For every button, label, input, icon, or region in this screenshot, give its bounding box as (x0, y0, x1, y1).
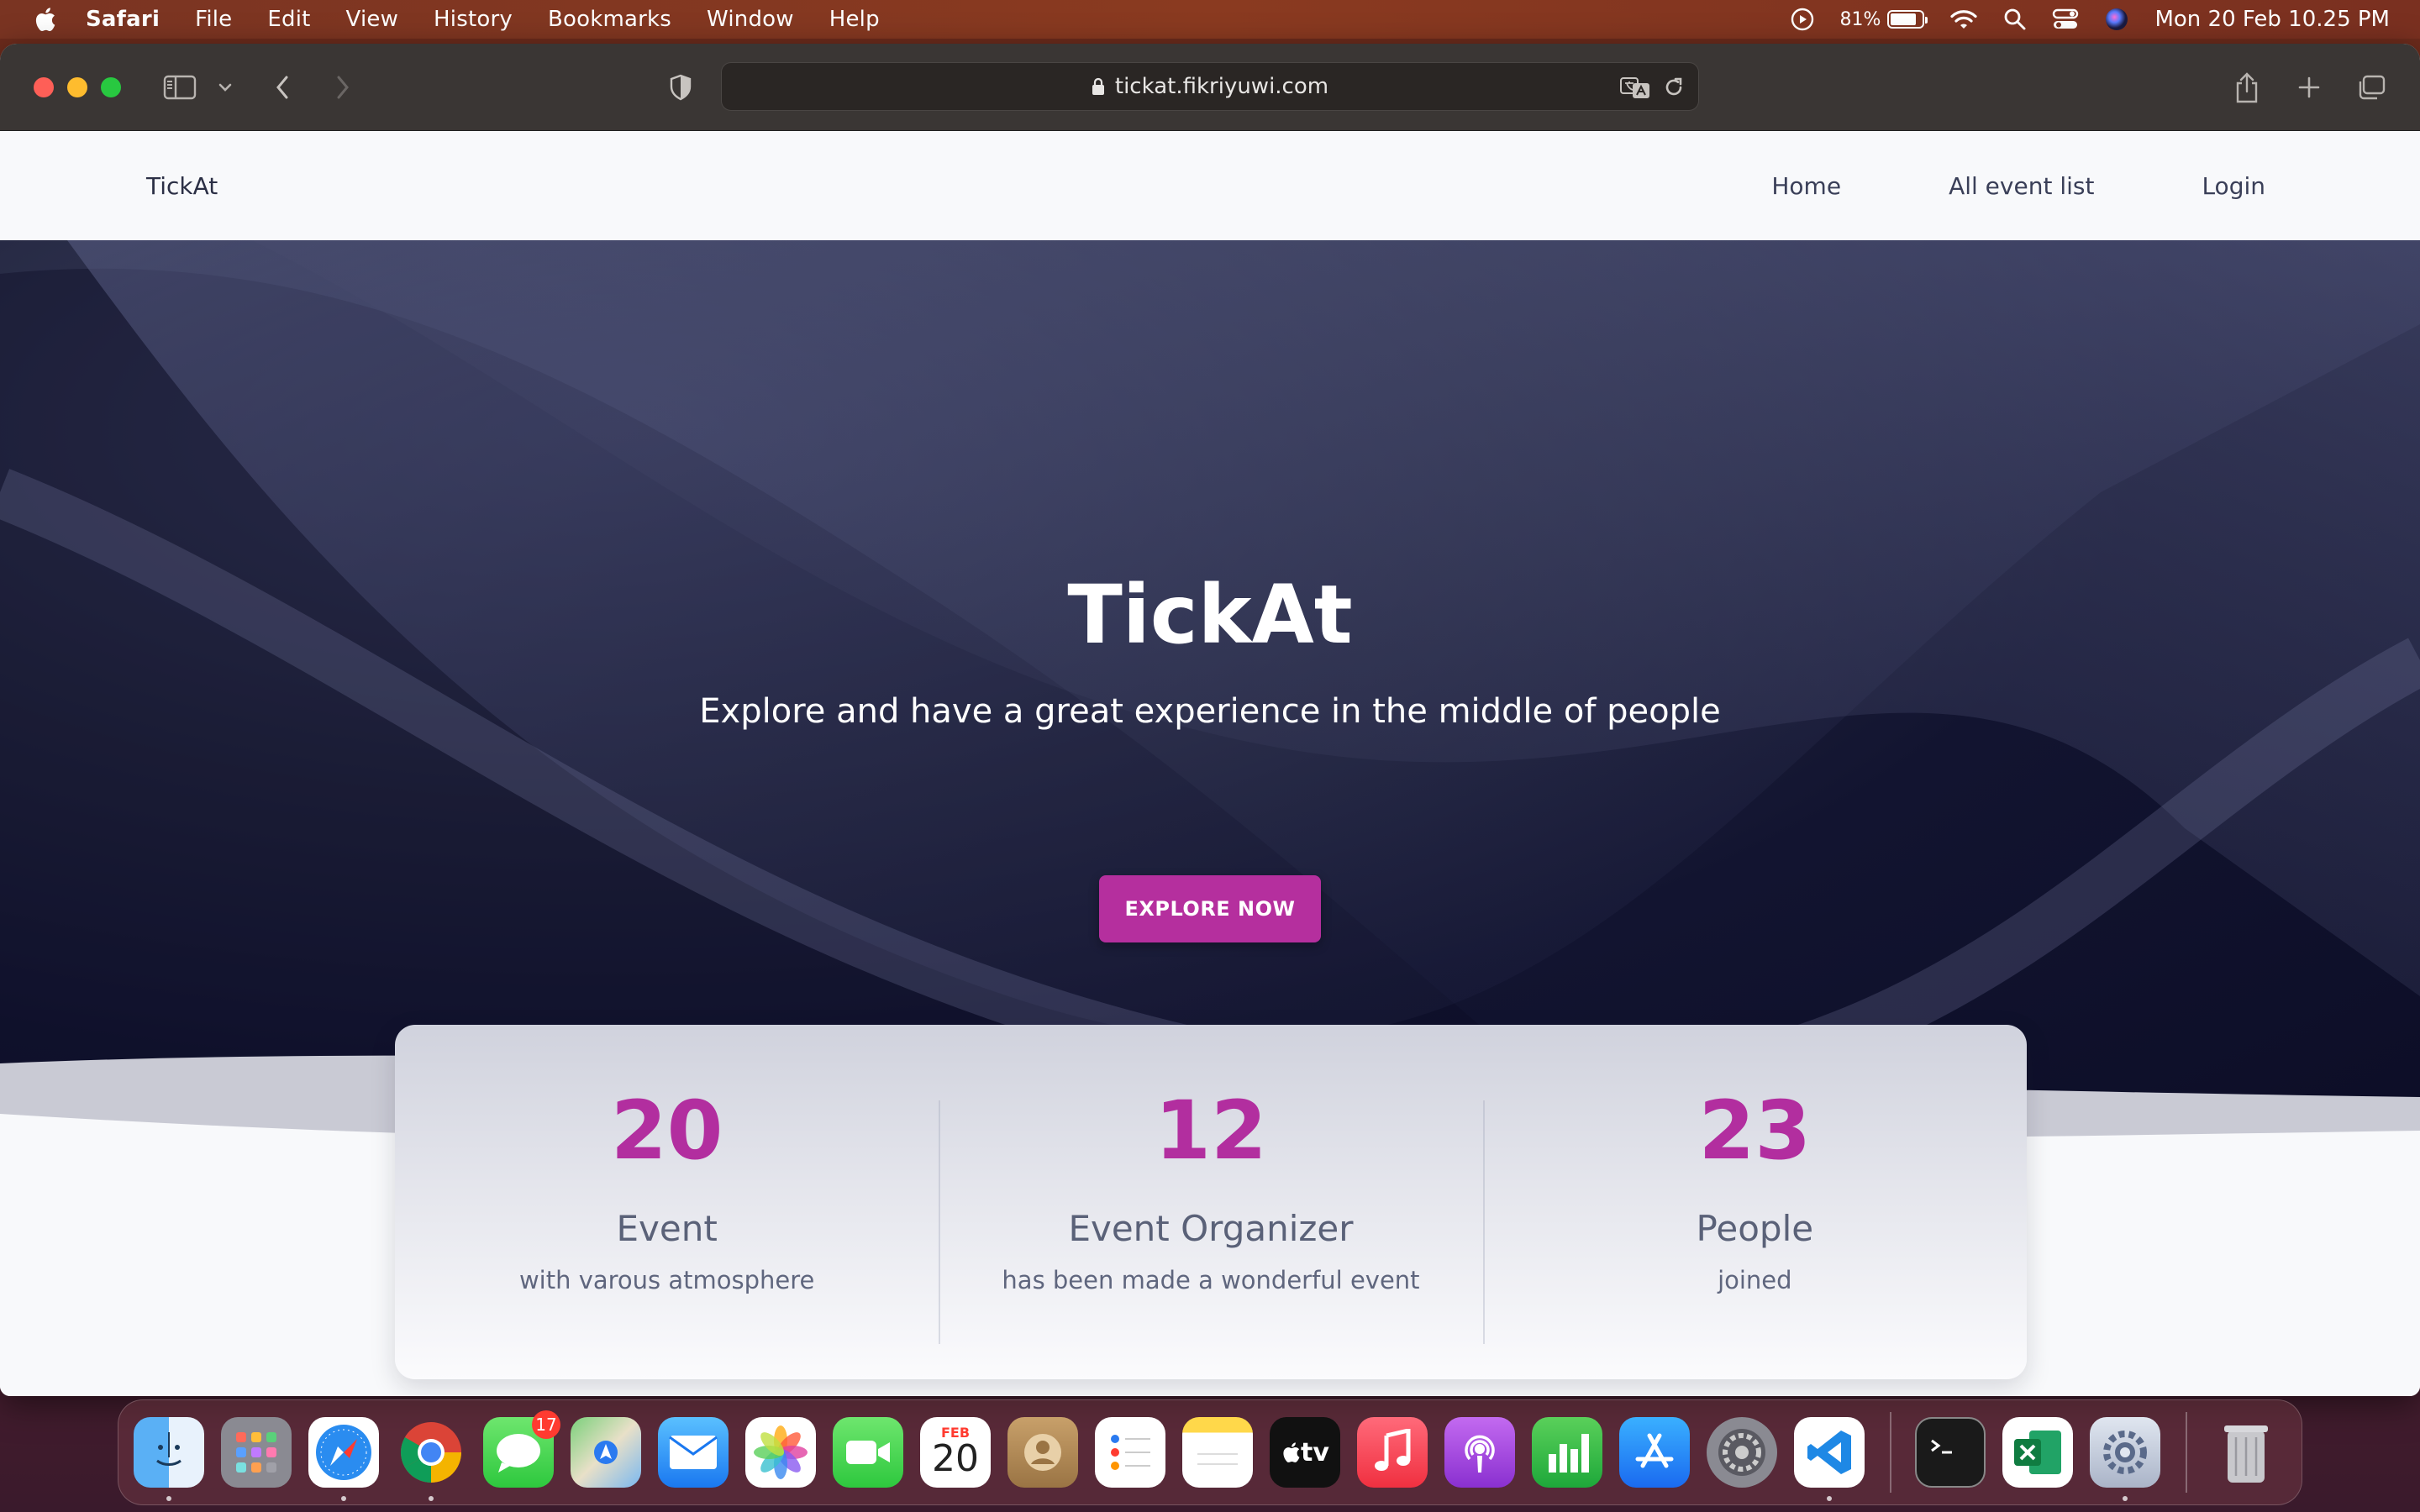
maps-icon[interactable] (571, 1417, 641, 1488)
tab-overview-button[interactable] (2354, 44, 2388, 131)
new-tab-button[interactable] (2294, 44, 2324, 131)
chevron-down-icon (218, 83, 232, 92)
calendar-day: 20 (932, 1436, 979, 1480)
stat-organizers-label: Event Organizer (1068, 1208, 1354, 1249)
web-page: TickAt Home All event list Login TickAt … (0, 131, 2420, 1396)
terminal-icon[interactable] (1915, 1417, 1986, 1488)
menu-history[interactable]: History (434, 7, 513, 32)
facetime-icon[interactable] (833, 1417, 903, 1488)
shield-icon (670, 74, 692, 101)
safari-window: tickat.fikriyuwi.com TickAt Home All eve… (0, 44, 2420, 1396)
stat-people-label: People (1696, 1208, 1814, 1249)
music-icon[interactable] (1357, 1417, 1428, 1488)
lock-icon (1092, 77, 1104, 95)
stats-card: 20 Event with varous atmosphere 12 Event… (395, 1025, 2027, 1379)
mail-icon[interactable] (658, 1417, 729, 1488)
now-playing-icon[interactable] (1790, 7, 1815, 32)
notes-icon[interactable] (1182, 1417, 1253, 1488)
browser-toolbar: tickat.fikriyuwi.com (0, 44, 2420, 131)
spotlight-search-icon[interactable] (2003, 8, 2027, 31)
menu-bookmarks[interactable]: Bookmarks (548, 7, 671, 32)
settings-helper-icon[interactable] (2090, 1417, 2160, 1501)
menu-window[interactable]: Window (707, 7, 794, 32)
url-text: tickat.fikriyuwi.com (1114, 74, 1329, 99)
stat-events: 20 Event with varous atmosphere (395, 1025, 939, 1379)
reload-icon[interactable] (1663, 76, 1685, 99)
apple-tv-icon[interactable]: tv (1270, 1417, 1340, 1488)
menu-app-name[interactable]: Safari (86, 7, 160, 32)
vscode-icon[interactable] (1794, 1417, 1865, 1501)
stat-people: 23 People joined (1482, 1025, 2027, 1379)
stat-organizers: 12 Event Organizer has been made a wonde… (939, 1025, 1482, 1379)
menu-file[interactable]: File (195, 7, 232, 32)
reminders-icon[interactable] (1095, 1417, 1165, 1488)
fullscreen-window-button[interactable] (101, 76, 121, 97)
chrome-icon[interactable] (396, 1417, 466, 1501)
explore-now-button[interactable]: EXPLORE NOW (1099, 875, 1321, 942)
stat-events-number: 20 (610, 1084, 723, 1178)
finder-icon[interactable] (134, 1417, 204, 1501)
forward-button[interactable] (329, 44, 356, 131)
tab-group-menu-button[interactable] (215, 44, 235, 131)
wifi-icon[interactable] (1949, 8, 1978, 31)
minimize-window-button[interactable] (67, 76, 87, 97)
stat-organizers-number: 12 (1155, 1084, 1267, 1178)
launchpad-icon[interactable] (221, 1417, 292, 1488)
plus-icon (2298, 76, 2320, 98)
translate-icon[interactable] (1619, 76, 1651, 99)
window-controls (34, 76, 121, 97)
menu-view[interactable]: View (346, 7, 399, 32)
stat-people-desc: joined (1718, 1266, 1792, 1294)
messages-icon[interactable]: 17 (483, 1410, 560, 1488)
battery-percent: 81% (1839, 8, 1881, 30)
dock-separator-2 (2186, 1412, 2187, 1493)
back-button[interactable] (269, 44, 296, 131)
chevron-left-icon (276, 76, 288, 99)
contacts-icon[interactable] (1007, 1417, 1078, 1488)
battery-status[interactable]: 81% (1839, 8, 1928, 30)
close-window-button[interactable] (34, 76, 54, 97)
nav-home-link[interactable]: Home (1771, 172, 1841, 200)
stat-events-label: Event (616, 1208, 718, 1249)
hero-title: TickAt (1067, 568, 1353, 662)
excel-icon[interactable] (2002, 1417, 2073, 1488)
menu-help[interactable]: Help (829, 7, 880, 32)
siri-icon[interactable] (2104, 7, 2129, 32)
sidebar-toggle-button[interactable] (161, 44, 198, 131)
address-bar[interactable]: tickat.fikriyuwi.com (721, 62, 1699, 111)
site-brand[interactable]: TickAt (146, 131, 218, 240)
nav-login-link[interactable]: Login (2202, 172, 2265, 200)
apple-tv-label: tv (1301, 1437, 1329, 1467)
menu-bar: Safari File Edit View History Bookmarks … (0, 0, 2420, 39)
dock-separator (1890, 1412, 1891, 1493)
nav-links: Home All event list Login (1664, 131, 2265, 240)
share-button[interactable] (2232, 44, 2262, 131)
calendar-icon[interactable]: FEB 20 (920, 1417, 991, 1488)
site-navbar: TickAt Home All event list Login (0, 131, 2420, 240)
trash-icon[interactable] (2211, 1417, 2281, 1488)
photos-icon[interactable] (745, 1417, 816, 1488)
share-icon (2236, 72, 2258, 103)
messages-badge: 17 (532, 1410, 560, 1439)
hero-subtitle: Explore and have a great experience in t… (699, 692, 1721, 731)
tab-overview-icon (2359, 75, 2386, 100)
stat-events-desc: with varous atmosphere (518, 1266, 815, 1294)
clock[interactable]: Mon 20 Feb 10.25 PM (2154, 7, 2390, 32)
privacy-report-button[interactable] (666, 44, 696, 131)
podcasts-icon[interactable] (1444, 1417, 1515, 1488)
dock: 17 FEB 20 tv (118, 1399, 2302, 1505)
app-store-icon[interactable] (1619, 1417, 1690, 1488)
battery-icon (1887, 10, 1928, 29)
control-center-icon[interactable] (2052, 8, 2079, 31)
sidebar-icon (163, 75, 197, 100)
apple-logo-icon[interactable] (32, 6, 57, 33)
stat-organizers-desc: has been made a wonderful event (1002, 1266, 1420, 1294)
numbers-icon[interactable] (1532, 1417, 1602, 1488)
system-settings-icon[interactable] (1707, 1417, 1777, 1488)
nav-all-events-link[interactable]: All event list (1949, 172, 2094, 200)
chevron-right-icon (337, 76, 349, 99)
stat-people-number: 23 (1698, 1084, 1812, 1178)
menu-edit[interactable]: Edit (267, 7, 310, 32)
safari-icon[interactable] (308, 1417, 379, 1501)
